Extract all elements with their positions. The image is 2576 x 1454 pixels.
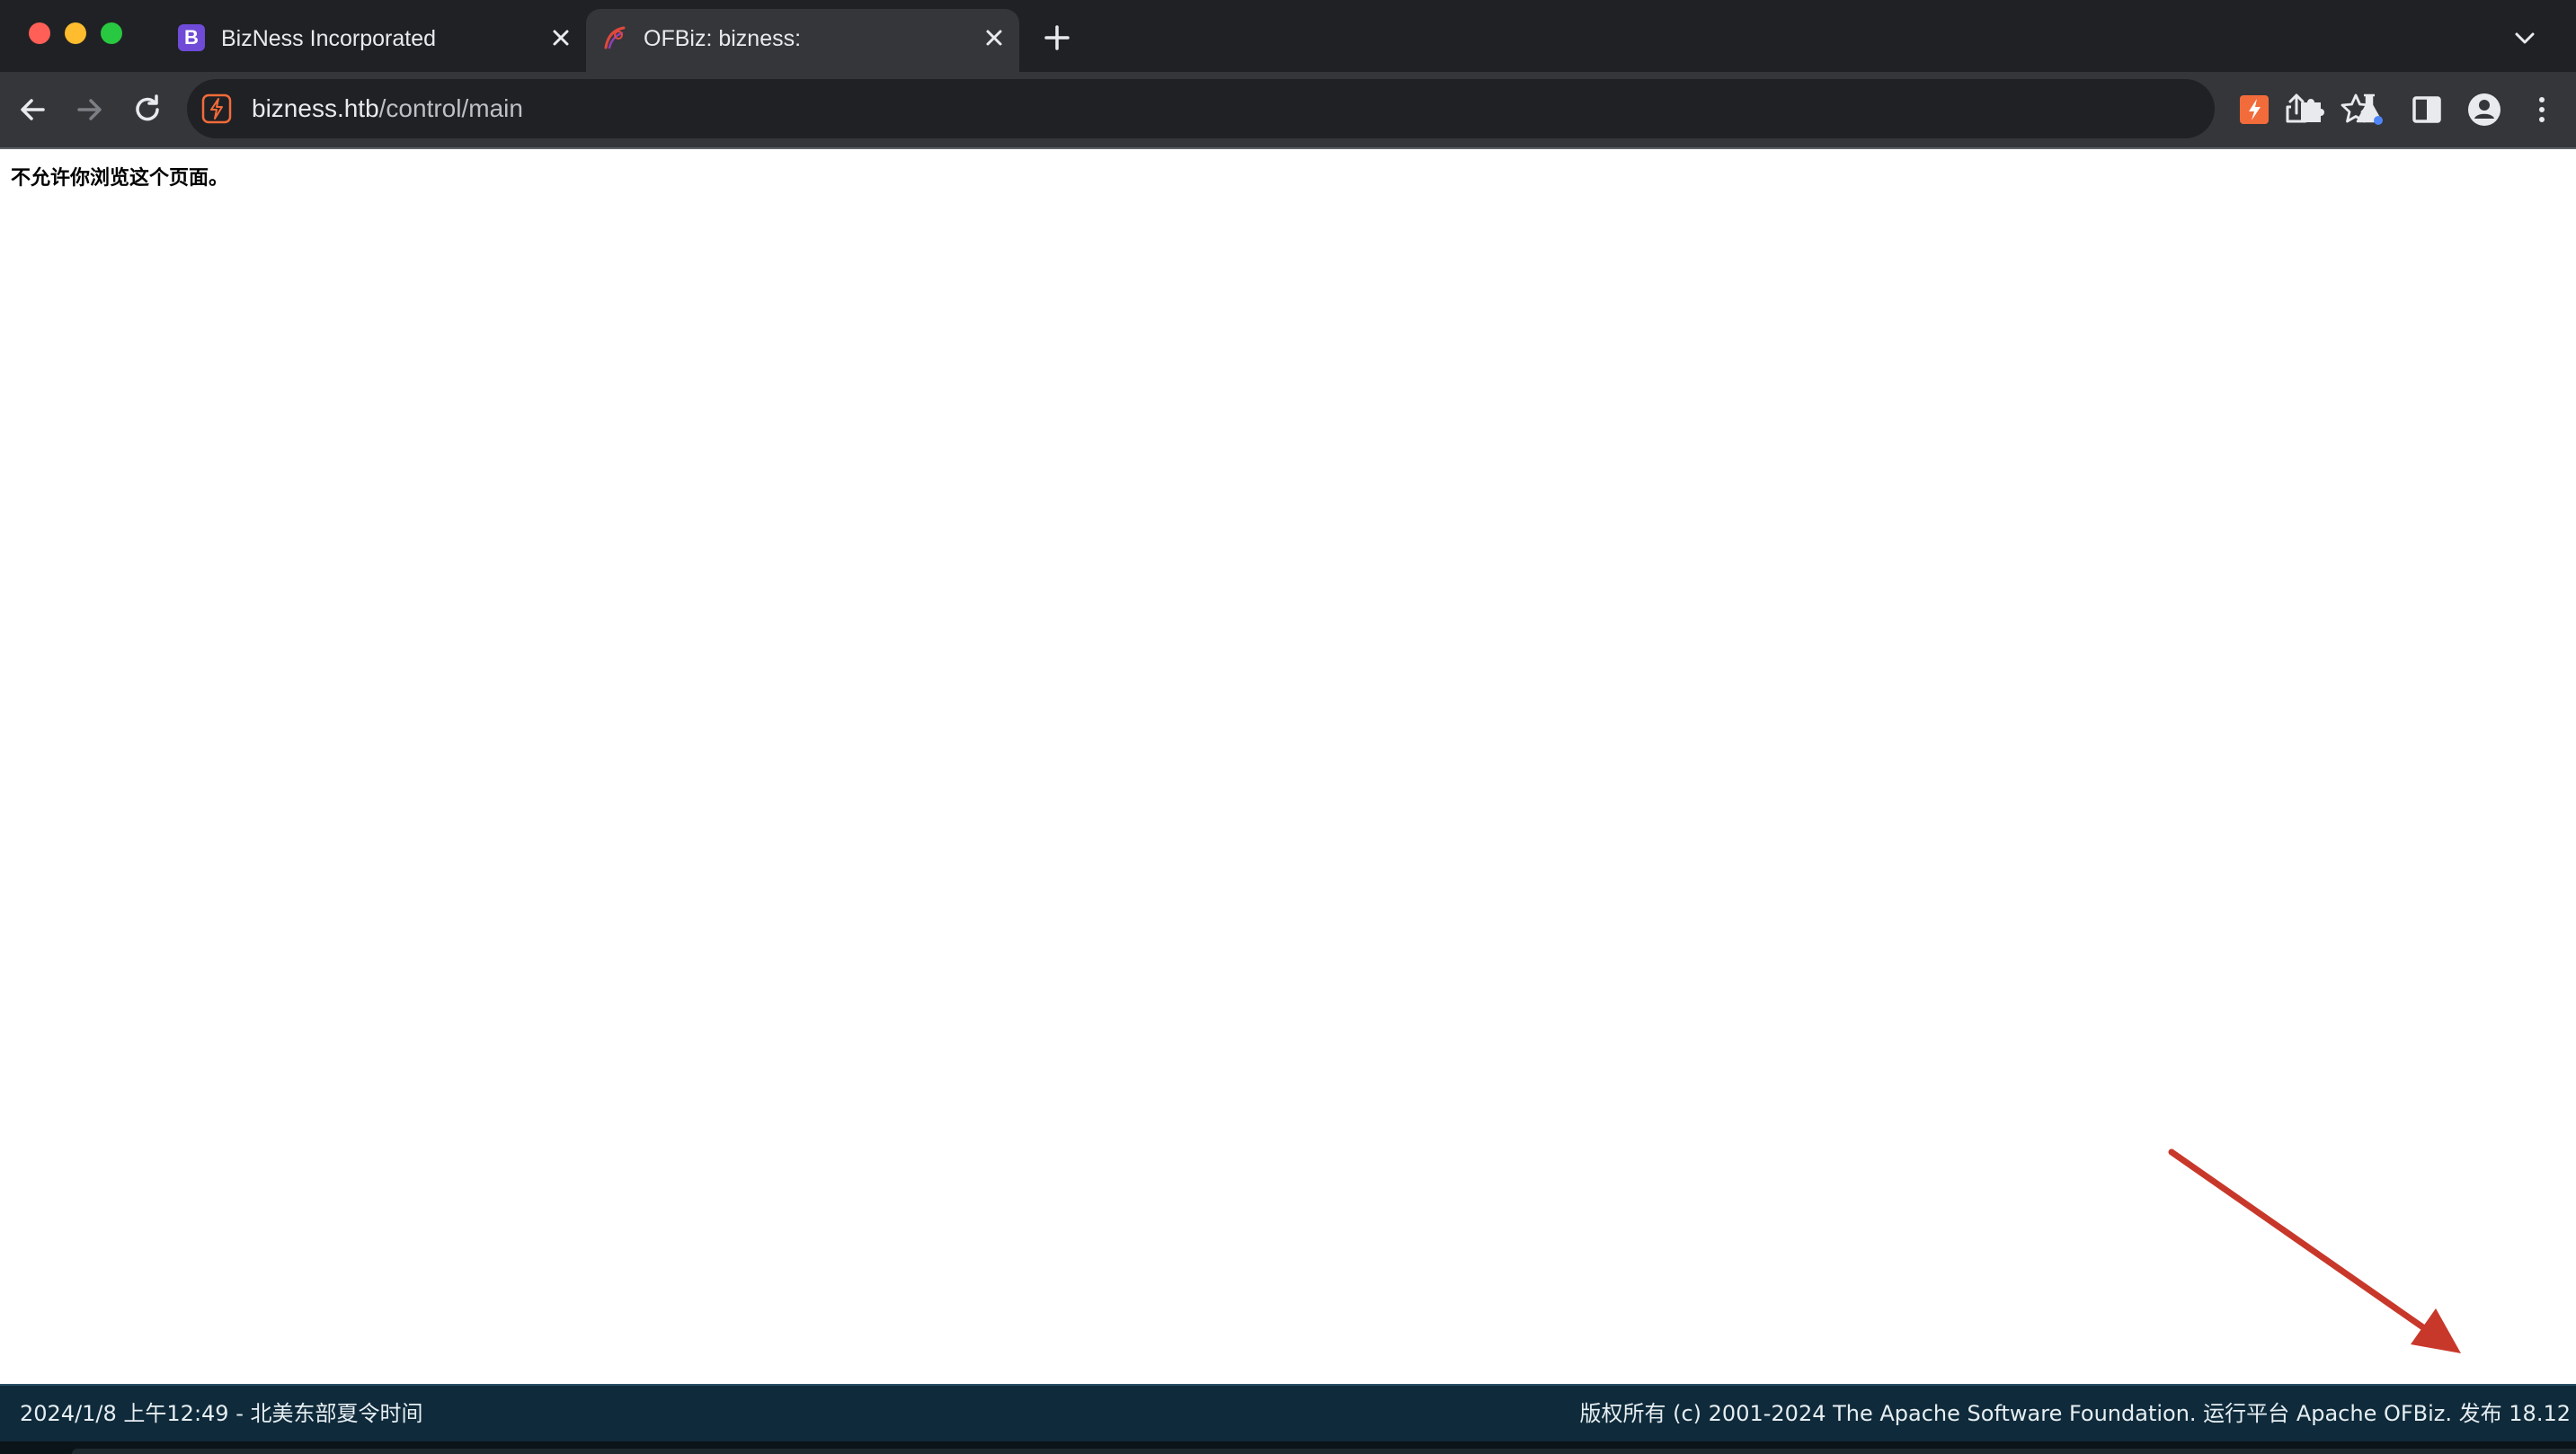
tab-title: BizNess Incorporated <box>221 26 437 51</box>
toolbar-divider <box>0 147 2576 149</box>
flask-icon[interactable] <box>2349 90 2389 129</box>
bottom-edge-inner <box>72 1449 2576 1454</box>
new-tab-plus-icon[interactable] <box>1041 22 1073 54</box>
window-maximize-button[interactable] <box>101 22 122 44</box>
tab-strip: B BizNess Incorporated OFBiz: bizness: <box>0 0 2576 72</box>
footer-timestamp: 2024/1/8 上午12:49 - 北美东部夏令时间 <box>20 1401 423 1426</box>
extension-bolt-icon[interactable] <box>2234 90 2274 129</box>
access-denied-message: 不允许你浏览这个页面。 <box>11 167 229 190</box>
browser-toolbar: bizness.htb/control/main <box>0 72 2576 147</box>
arrow-left-icon[interactable] <box>13 90 52 129</box>
tab-bizness-incorporated[interactable]: B BizNess Incorporated <box>164 9 586 72</box>
annotation-arrow-icon <box>2168 1148 2461 1353</box>
reload-icon[interactable] <box>128 90 167 129</box>
bizness-favicon-icon: B <box>178 24 205 51</box>
footer-copyright: 版权所有 (c) 2001-2024 The Apache Software F… <box>1579 1401 2571 1426</box>
puzzle-icon[interactable] <box>2292 90 2332 129</box>
chevron-down-icon[interactable] <box>2509 23 2540 54</box>
site-info-icon[interactable] <box>201 93 232 124</box>
tab-title: OFBiz: bizness: <box>644 26 802 51</box>
window-bottom-edge <box>0 1441 2576 1454</box>
ofbiz-favicon-icon <box>604 26 626 49</box>
side-panel-icon[interactable] <box>2407 90 2447 129</box>
arrow-right-icon[interactable] <box>70 90 110 129</box>
url-host: bizness.htb <box>252 94 379 122</box>
kebab-menu-icon[interactable] <box>2522 90 2562 129</box>
close-icon[interactable] <box>978 22 1010 54</box>
window-minimize-button[interactable] <box>65 22 86 44</box>
window-close-button[interactable] <box>29 22 50 44</box>
close-icon[interactable] <box>545 22 577 54</box>
address-bar[interactable]: bizness.htb/control/main <box>187 79 2371 138</box>
url-text[interactable]: bizness.htb/control/main <box>252 93 523 125</box>
person-icon[interactable] <box>2465 90 2504 129</box>
ofbiz-footer: 2024/1/8 上午12:49 - 北美东部夏令时间 版权所有 (c) 200… <box>0 1384 2576 1441</box>
tab-ofbiz[interactable]: OFBiz: bizness: <box>586 9 1019 72</box>
url-path: /control/main <box>378 94 523 122</box>
